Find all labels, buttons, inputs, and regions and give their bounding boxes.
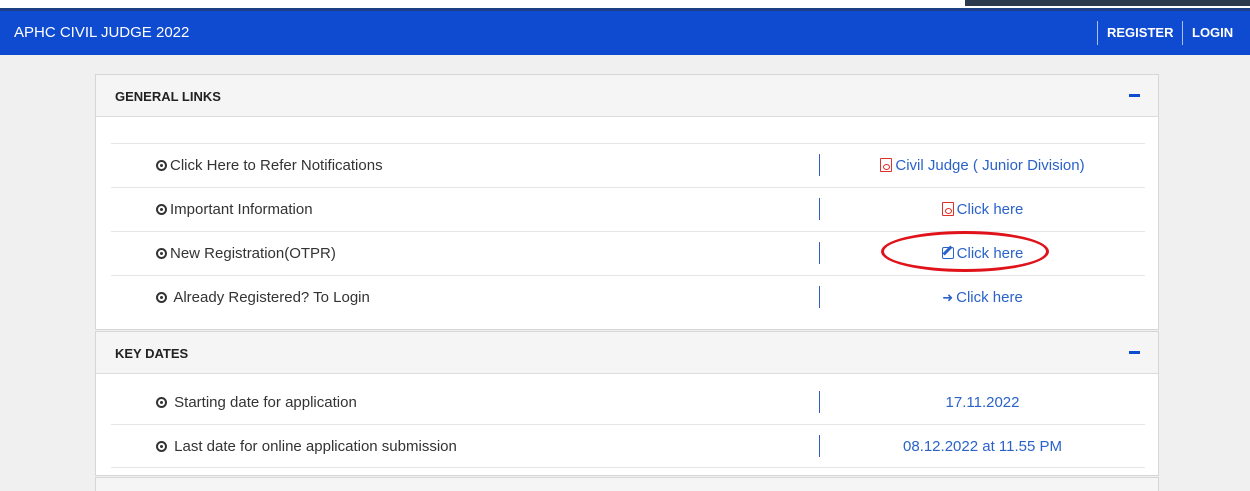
dot-circle-icon: [156, 292, 167, 303]
date-row-last: Last date for online application submiss…: [111, 424, 1145, 468]
row-label: Already Registered? To Login: [170, 289, 370, 306]
collapse-icon[interactable]: [1129, 94, 1140, 97]
next-panel-header: [95, 477, 1159, 491]
link-text: Civil Judge ( Junior Division): [895, 157, 1085, 174]
row-value: ➜ Click here: [820, 289, 1145, 306]
sign-in-icon: ➜: [942, 290, 954, 305]
link-row-new-registration: New Registration(OTPR) Click here: [111, 231, 1145, 275]
link-row-important-info: Important Information Click here: [111, 187, 1145, 231]
row-label-container: Important Information: [156, 201, 313, 218]
start-date-value: 17.11.2022: [945, 394, 1020, 411]
panel-title: KEY DATES: [115, 346, 189, 361]
top-navbar: APHC CIVIL JUDGE 2022 REGISTER LOGIN: [0, 11, 1250, 55]
dot-circle-icon: [156, 204, 167, 215]
key-dates-panel: KEY DATES Starting date for application …: [95, 331, 1159, 476]
row-label: Click Here to Refer Notifications: [170, 157, 383, 174]
civil-judge-notification-link[interactable]: Civil Judge ( Junior Division): [880, 157, 1085, 174]
date-row-start: Starting date for application 17.11.2022: [111, 381, 1145, 425]
dot-circle-icon: [156, 397, 167, 408]
dot-circle-icon: [156, 160, 167, 171]
key-dates-header[interactable]: KEY DATES: [96, 332, 1158, 374]
top-dark-bar: [965, 0, 1250, 6]
row-label-container: Starting date for application: [156, 394, 357, 411]
link-text: Click here: [956, 201, 1024, 218]
row-label: Last date for online application submiss…: [170, 438, 457, 455]
row-value: Civil Judge ( Junior Division): [820, 157, 1145, 174]
pdf-icon: [880, 158, 893, 172]
row-label: New Registration(OTPR): [170, 245, 336, 262]
general-links-panel: GENERAL LINKS Click Here to Refer Notifi…: [95, 74, 1159, 330]
row-label-container: Already Registered? To Login: [156, 289, 370, 306]
pdf-icon: [941, 202, 954, 216]
dot-circle-icon: [156, 441, 167, 452]
nav-divider: [1182, 21, 1183, 45]
row-label-container: Click Here to Refer Notifications: [156, 157, 383, 174]
collapse-icon[interactable]: [1129, 351, 1140, 354]
link-text: Click here: [956, 289, 1023, 306]
link-text: Click here: [956, 245, 1024, 262]
new-registration-link[interactable]: Click here: [941, 245, 1024, 262]
row-value: Click here: [820, 245, 1145, 262]
link-row-notifications: Click Here to Refer Notifications Civil …: [111, 143, 1145, 187]
login-link[interactable]: LOGIN: [1192, 25, 1233, 40]
site-title[interactable]: APHC CIVIL JUDGE 2022: [14, 24, 189, 41]
dot-circle-icon: [156, 248, 167, 259]
already-registered-login-link[interactable]: ➜ Click here: [942, 289, 1023, 306]
link-row-login: Already Registered? To Login ➜ Click here: [111, 275, 1145, 319]
panel-title: GENERAL LINKS: [115, 89, 221, 104]
row-label-container: New Registration(OTPR): [156, 245, 336, 262]
register-link[interactable]: REGISTER: [1107, 25, 1173, 40]
row-label: Important Information: [170, 201, 313, 218]
row-value: Click here: [820, 201, 1145, 218]
last-date-value: 08.12.2022 at 11.55 PM: [902, 438, 1062, 455]
nav-divider: [1097, 21, 1098, 45]
general-links-header[interactable]: GENERAL LINKS: [96, 75, 1158, 117]
edit-icon: [941, 247, 954, 259]
row-label: Starting date for application: [170, 394, 357, 411]
important-info-link[interactable]: Click here: [941, 201, 1024, 218]
row-label-container: Last date for online application submiss…: [156, 438, 457, 455]
browser-top-strip: [0, 0, 1250, 11]
